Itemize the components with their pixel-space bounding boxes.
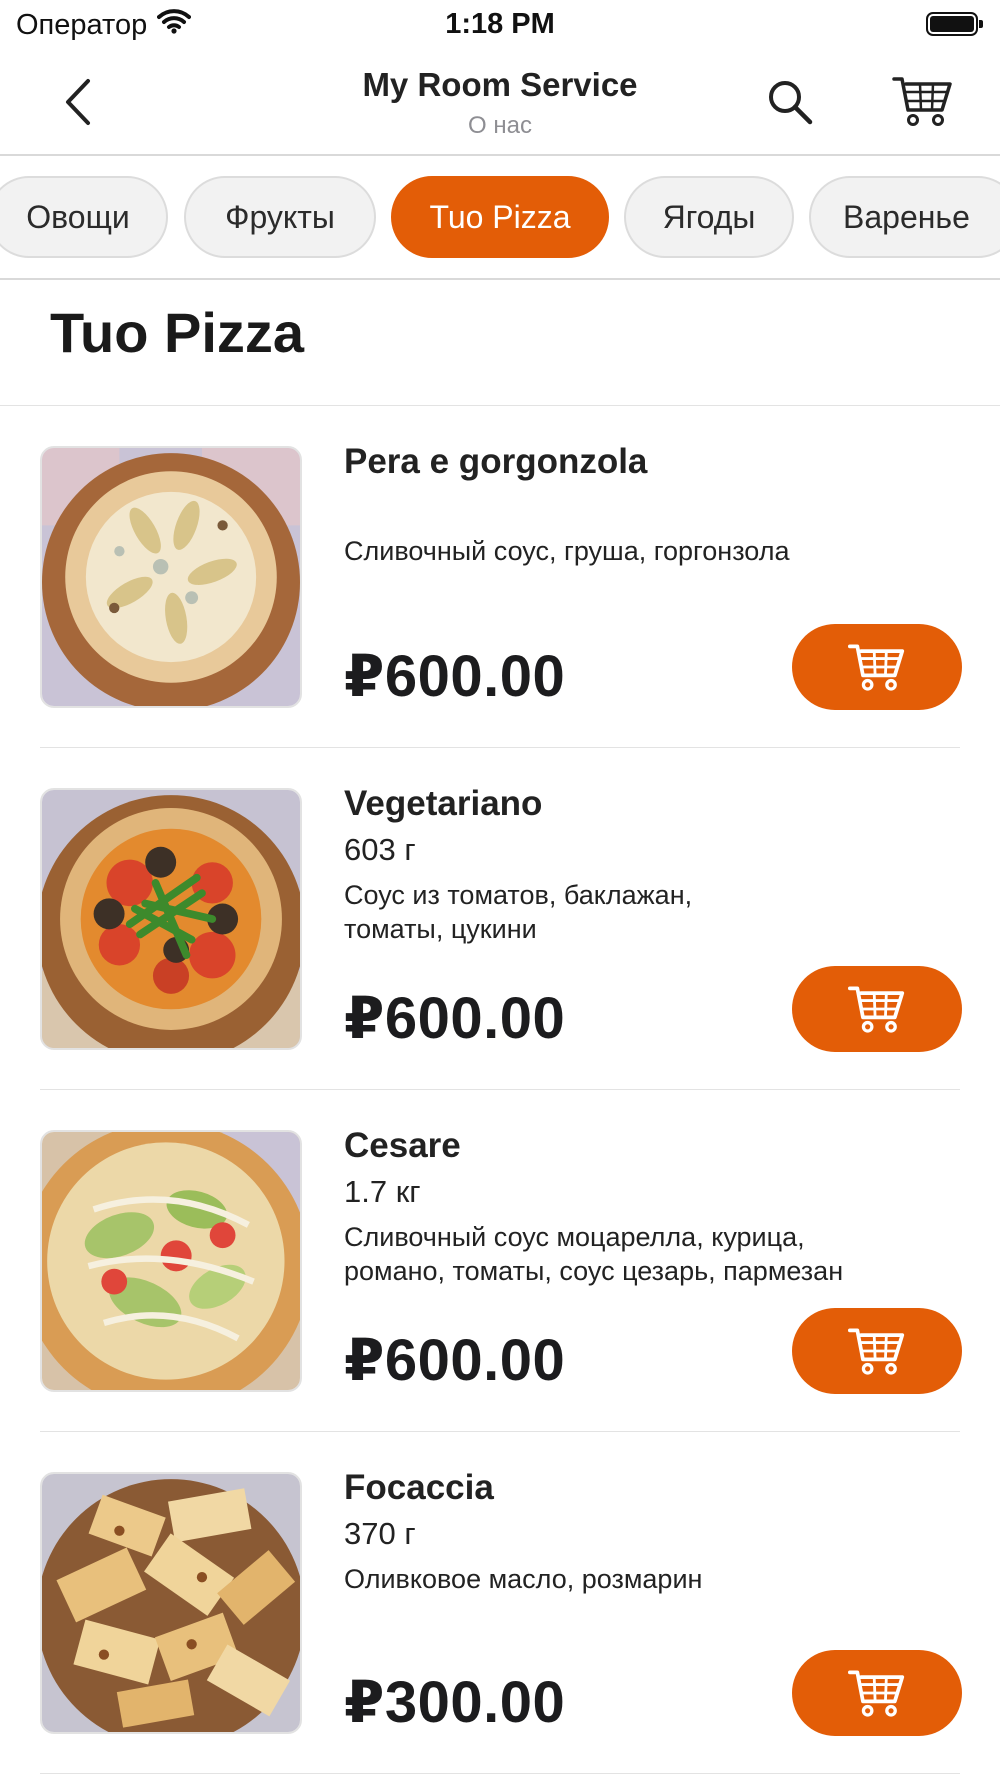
product-weight: 1.7 кг <box>344 1174 421 1209</box>
product-price: ₽600.00 <box>344 986 566 1051</box>
nav-subtitle-about[interactable]: О нас <box>0 112 1000 140</box>
product-description: Сливочный соус моцарелла, курица, романо… <box>344 1220 944 1288</box>
cart-icon <box>848 986 905 1033</box>
category-chip-tuo-pizza[interactable]: Tuo Pizza <box>391 176 609 258</box>
cart-icon <box>892 77 952 126</box>
product-weight: 603 г <box>344 832 416 867</box>
status-time: 1:18 PM <box>445 8 555 40</box>
category-bar: Овощи Фрукты Tuo Pizza Ягоды Варенье <box>0 156 1000 280</box>
product-image[interactable] <box>40 788 302 1050</box>
cart-icon <box>848 1328 905 1375</box>
product-weight: 370 г <box>344 1516 416 1551</box>
product-image[interactable] <box>40 1472 302 1734</box>
battery-icon <box>926 12 983 36</box>
add-to-cart-button[interactable] <box>792 624 962 710</box>
product-description: Оливковое масло, розмарин <box>344 1562 944 1596</box>
product-price: ₽600.00 <box>344 1328 566 1393</box>
description-line: томаты, цукини <box>344 914 537 944</box>
category-chip-jam[interactable]: Варенье <box>809 176 1000 258</box>
category-chip-fruits[interactable]: Фрукты <box>184 176 376 258</box>
description-line: Соус из томатов, баклажан, <box>344 880 693 910</box>
product-card[interactable]: Pera e gorgonzola Сливочный соус, груша,… <box>0 406 1000 748</box>
search-icon <box>769 81 813 125</box>
divider <box>40 1773 960 1774</box>
add-to-cart-button[interactable] <box>792 966 962 1052</box>
product-price: ₽300.00 <box>344 1670 566 1735</box>
add-to-cart-button[interactable] <box>792 1308 962 1394</box>
navigation-bar: My Room Service О нас <box>0 52 1000 156</box>
description-line: Сливочный соус моцарелла, курица, <box>344 1222 805 1252</box>
product-image[interactable] <box>40 1130 302 1392</box>
product-name: Focaccia <box>344 1468 494 1507</box>
add-to-cart-button[interactable] <box>792 1650 962 1736</box>
product-price: ₽600.00 <box>344 644 566 709</box>
nav-title: My Room Service <box>362 66 638 103</box>
product-card[interactable]: Cesare 1.7 кг Сливочный соус моцарелла, … <box>0 1090 1000 1432</box>
status-bar: Оператор 1:18 PM <box>0 0 1000 50</box>
product-description: Сливочный соус, груша, горгонзола <box>344 534 944 568</box>
description-line: романо, томаты, соус цезарь, пармезан <box>344 1256 844 1286</box>
product-name: Vegetariano <box>344 784 543 823</box>
category-chip-vegetables[interactable]: Овощи <box>0 176 168 258</box>
product-name: Cesare <box>344 1126 461 1165</box>
product-name: Pera e gorgonzola <box>344 442 648 481</box>
description-line: Сливочный соус, груша, горгонзола <box>344 536 790 566</box>
product-description: Соус из томатов, баклажан, томаты, цукин… <box>344 878 944 946</box>
product-card[interactable]: Vegetariano 603 г Соус из томатов, бакла… <box>0 748 1000 1090</box>
cart-icon <box>848 1670 905 1717</box>
category-chip-berries[interactable]: Ягоды <box>624 176 794 258</box>
cart-button[interactable] <box>888 68 958 134</box>
cart-icon <box>848 644 905 691</box>
section-title: Tuo Pizza <box>50 301 305 364</box>
description-line: Оливковое масло, розмарин <box>344 1564 703 1594</box>
product-image[interactable] <box>40 446 302 708</box>
search-button[interactable] <box>760 72 820 132</box>
product-card[interactable]: Focaccia 370 г Оливковое масло, розмарин… <box>0 1432 1000 1774</box>
